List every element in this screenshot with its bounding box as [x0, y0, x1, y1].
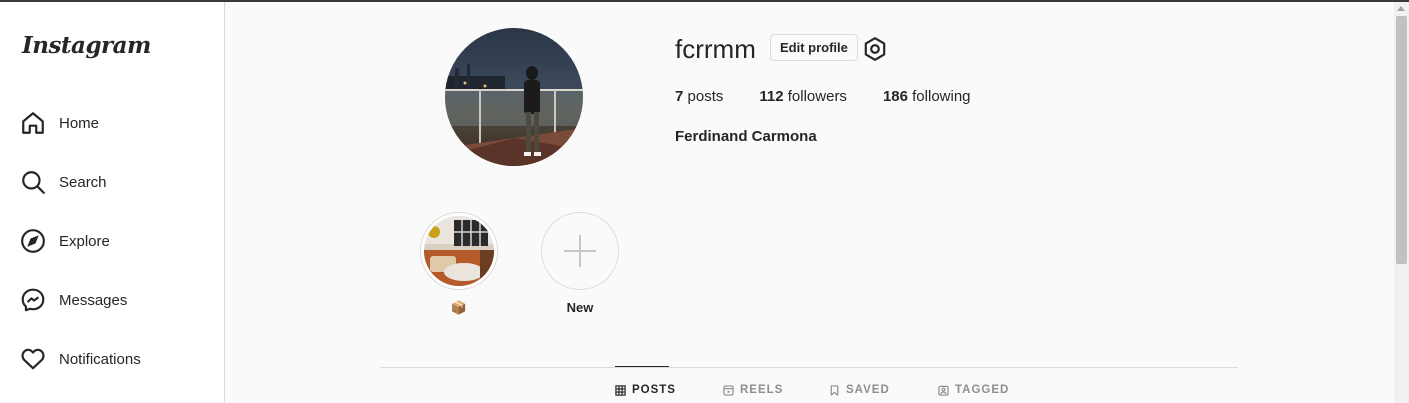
stat-posts[interactable]: 7 posts	[675, 88, 723, 105]
sidebar-item-label: Home	[59, 114, 100, 132]
avatar-photo	[445, 28, 583, 166]
sidebar: Instagram Home Search Explore Messages N…	[0, 2, 225, 403]
home-icon	[22, 112, 44, 134]
stat-count: 186	[882, 88, 908, 105]
profile-stats: 7 posts 112 followers 186 following	[675, 88, 1007, 105]
scroll-up-arrow-icon[interactable]	[1397, 6, 1405, 11]
messenger-icon	[21, 288, 45, 312]
tab-tagged[interactable]: TAGGED	[938, 384, 1009, 396]
reels-icon	[723, 384, 734, 396]
tab-label: REELS	[740, 384, 784, 396]
profile-username: fcrrmm	[675, 34, 756, 64]
tab-posts[interactable]: POSTS	[615, 384, 676, 396]
highlight-cover	[424, 216, 494, 286]
heart-icon	[21, 348, 45, 370]
sidebar-item-label: Explore	[59, 232, 110, 250]
vertical-scrollbar[interactable]	[1394, 2, 1409, 403]
sidebar-item-notifications[interactable]: Notifications	[20, 344, 141, 374]
profile-full-name: Ferdinand Carmona	[675, 128, 817, 145]
sidebar-item-messages[interactable]: Messages	[20, 285, 127, 315]
gear-icon[interactable]	[862, 36, 888, 62]
edit-profile-button[interactable]: Edit profile	[770, 34, 858, 61]
bookmark-icon	[830, 384, 839, 396]
stat-count: 112	[759, 88, 784, 105]
tab-label: SAVED	[846, 384, 890, 396]
sidebar-item-home[interactable]: Home	[20, 108, 99, 138]
scrollbar-thumb[interactable]	[1396, 16, 1407, 264]
stat-label: posts	[687, 88, 724, 105]
tagged-icon	[938, 385, 949, 396]
new-highlight-button[interactable]: New	[540, 212, 620, 316]
highlight-photo	[424, 216, 494, 286]
tabs-divider	[380, 367, 1238, 368]
story-highlight[interactable]: 📦	[419, 212, 499, 316]
sidebar-item-label: Messages	[59, 291, 128, 309]
tab-reels[interactable]: REELS	[723, 384, 783, 396]
stat-count: 7	[675, 88, 684, 105]
grid-icon	[615, 384, 626, 396]
instagram-logo[interactable]: Instagram	[22, 32, 151, 59]
search-icon	[22, 171, 45, 194]
sidebar-item-explore[interactable]: Explore	[20, 226, 110, 256]
active-tab-indicator	[615, 366, 669, 367]
profile-main: fcrrmm Edit profile 7 posts 112 follower…	[226, 2, 1394, 403]
plus-icon	[564, 235, 596, 267]
highlight-label: 📦	[450, 300, 468, 315]
stat-followers[interactable]: 112 followers	[759, 88, 847, 105]
compass-icon	[21, 229, 45, 253]
highlight-ring	[541, 212, 619, 290]
sidebar-item-label: Notifications	[59, 350, 141, 368]
profile-avatar[interactable]	[445, 28, 583, 166]
tab-label: TAGGED	[955, 384, 1010, 396]
stat-label: followers	[787, 88, 847, 105]
stat-following[interactable]: 186 following	[883, 88, 971, 105]
highlight-ring	[420, 212, 498, 290]
sidebar-item-label: Search	[59, 173, 107, 191]
sidebar-item-search[interactable]: Search	[20, 167, 107, 197]
stat-label: following	[912, 88, 971, 105]
tab-label: POSTS	[632, 384, 676, 396]
tab-saved[interactable]: SAVED	[829, 384, 890, 396]
highlight-label: New	[566, 300, 594, 315]
